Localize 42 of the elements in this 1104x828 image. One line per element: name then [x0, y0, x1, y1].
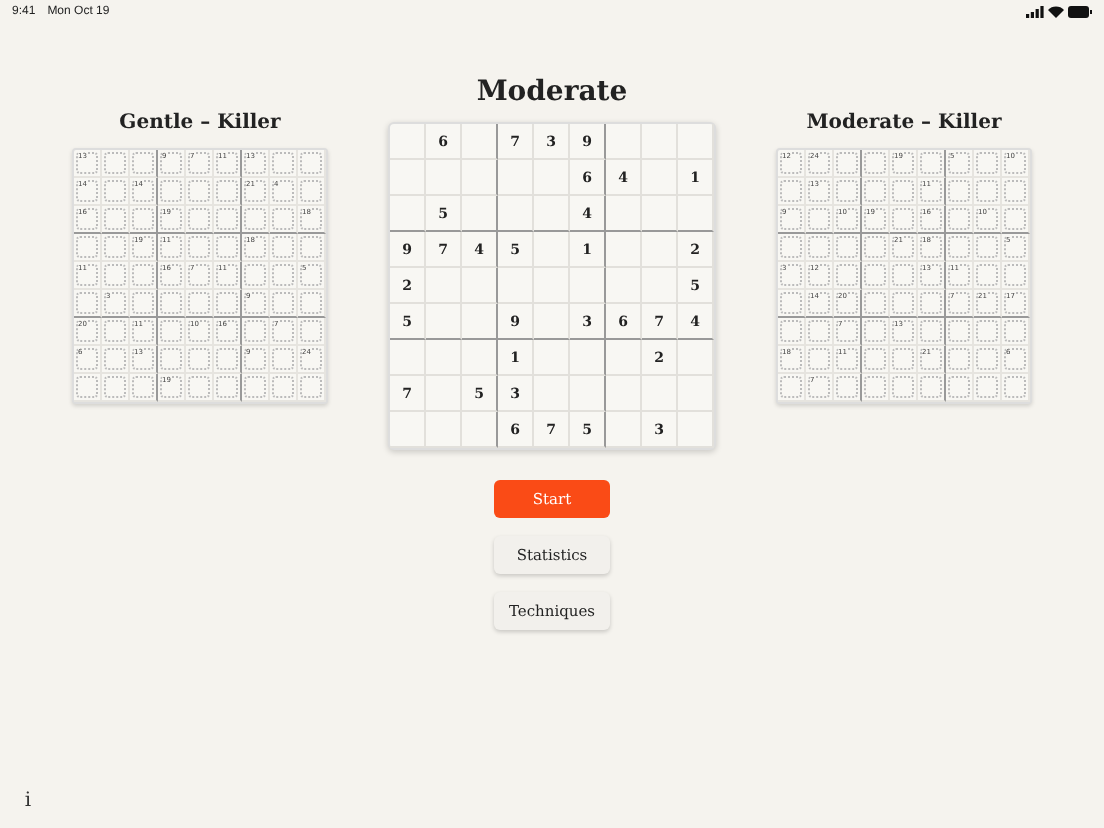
- sudoku-cell: [642, 232, 678, 268]
- sudoku-cell: [426, 268, 462, 304]
- sudoku-cell: [642, 268, 678, 304]
- sudoku-cell: [570, 340, 606, 376]
- sudoku-cell: [606, 232, 642, 268]
- sudoku-cell: [606, 196, 642, 232]
- sudoku-cell: [642, 196, 678, 232]
- info-button[interactable]: i: [18, 788, 38, 812]
- sudoku-cell: [606, 376, 642, 412]
- sudoku-cell: [498, 160, 534, 196]
- sudoku-cell: [642, 160, 678, 196]
- sudoku-cell: [534, 268, 570, 304]
- sudoku-cell: [462, 340, 498, 376]
- wifi-icon: [1048, 6, 1064, 18]
- sudoku-cell: [498, 196, 534, 232]
- sudoku-cell: [534, 232, 570, 268]
- sudoku-cell: [462, 304, 498, 340]
- sudoku-cell: [462, 268, 498, 304]
- sudoku-cell: [534, 376, 570, 412]
- sudoku-cell: [498, 268, 534, 304]
- sudoku-cell: [426, 160, 462, 196]
- sudoku-cell: [642, 376, 678, 412]
- sudoku-cell: [534, 304, 570, 340]
- sudoku-cell: [462, 412, 498, 448]
- sudoku-cell: [426, 304, 462, 340]
- sudoku-cell: [534, 160, 570, 196]
- signal-icon: [1026, 6, 1044, 18]
- puzzle-title: Moderate – Killer: [806, 110, 1002, 136]
- sudoku-cell: [534, 340, 570, 376]
- sudoku-cell: [426, 340, 462, 376]
- sudoku-cell: [462, 124, 498, 160]
- sudoku-cell: [534, 196, 570, 232]
- sudoku-cell: [570, 376, 606, 412]
- battery-icon: [1068, 6, 1092, 18]
- sudoku-cell: [426, 376, 462, 412]
- sudoku-cell: [462, 160, 498, 196]
- sudoku-cell: [606, 340, 642, 376]
- sudoku-cell: [570, 268, 606, 304]
- difficulty-title: Moderate: [476, 74, 628, 110]
- puzzle-title: Gentle – Killer: [119, 110, 281, 136]
- sudoku-cell: [606, 268, 642, 304]
- sudoku-cell: [462, 196, 498, 232]
